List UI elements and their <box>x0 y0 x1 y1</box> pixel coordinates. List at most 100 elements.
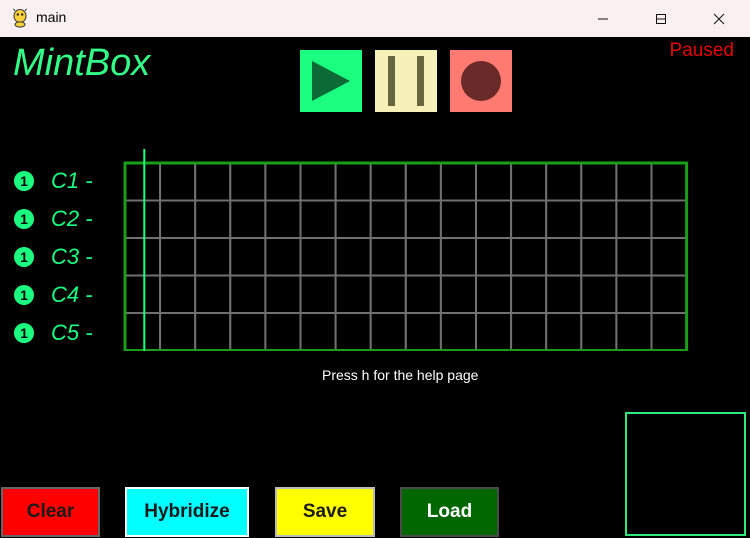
row-volume-badge[interactable]: 1 <box>14 171 34 191</box>
grid-cell[interactable] <box>124 162 162 202</box>
grid-cell[interactable] <box>299 237 337 277</box>
grid-cell[interactable] <box>194 274 232 314</box>
grid-cell[interactable] <box>439 162 477 202</box>
grid-cell[interactable] <box>475 312 513 351</box>
grid-cell[interactable] <box>229 162 267 202</box>
grid-cell[interactable] <box>650 199 688 239</box>
grid-cell[interactable] <box>545 199 583 239</box>
grid-cell[interactable] <box>299 274 337 314</box>
grid-cell[interactable] <box>510 237 548 277</box>
grid-cell[interactable] <box>194 312 232 351</box>
grid-cell[interactable] <box>229 237 267 277</box>
grid-cell[interactable] <box>439 312 477 351</box>
grid-cell[interactable] <box>124 199 162 239</box>
grid-cell[interactable] <box>264 274 302 314</box>
grid-cell[interactable] <box>404 237 442 277</box>
grid-cell[interactable] <box>334 312 372 351</box>
grid-cell[interactable] <box>615 274 653 314</box>
grid-cell[interactable] <box>264 312 302 351</box>
grid-cell[interactable] <box>369 237 407 277</box>
grid-cell[interactable] <box>194 199 232 239</box>
sequencer-grid[interactable] <box>123 149 689 352</box>
grid-cell[interactable] <box>615 237 653 277</box>
pause-button[interactable] <box>375 50 437 112</box>
grid-cell[interactable] <box>510 199 548 239</box>
row-volume-badge[interactable]: 1 <box>14 285 34 305</box>
grid-cell[interactable] <box>580 274 618 314</box>
grid-cell[interactable] <box>299 312 337 351</box>
grid-cell[interactable] <box>159 312 197 351</box>
close-button[interactable] <box>690 0 748 37</box>
grid-cell[interactable] <box>264 237 302 277</box>
grid-cell[interactable] <box>510 162 548 202</box>
sequencer-grid-canvas[interactable] <box>123 149 689 351</box>
grid-cell[interactable] <box>510 312 548 351</box>
grid-cell[interactable] <box>580 312 618 351</box>
grid-cell[interactable] <box>475 162 513 202</box>
grid-cell[interactable] <box>229 274 267 314</box>
grid-cell[interactable] <box>545 274 583 314</box>
row-label-c3[interactable]: 1 C3 - <box>14 242 93 272</box>
grid-cell[interactable] <box>475 274 513 314</box>
grid-cell[interactable] <box>194 162 232 202</box>
grid-cell[interactable] <box>369 199 407 239</box>
grid-cell[interactable] <box>615 199 653 239</box>
grid-cell[interactable] <box>615 162 653 202</box>
grid-cell[interactable] <box>159 274 197 314</box>
grid-cell[interactable] <box>159 237 197 277</box>
grid-cell[interactable] <box>334 237 372 277</box>
grid-cell[interactable] <box>475 237 513 277</box>
grid-cell[interactable] <box>439 274 477 314</box>
maximize-button[interactable] <box>632 0 690 37</box>
grid-cell[interactable] <box>650 237 688 277</box>
grid-cell[interactable] <box>299 162 337 202</box>
row-label-c4[interactable]: 1 C4 - <box>14 280 93 310</box>
grid-cell[interactable] <box>334 199 372 239</box>
grid-cell[interactable] <box>545 312 583 351</box>
record-button[interactable] <box>450 50 512 112</box>
grid-cell[interactable] <box>545 162 583 202</box>
grid-cell[interactable] <box>369 312 407 351</box>
grid-cell[interactable] <box>475 199 513 239</box>
grid-cell[interactable] <box>229 199 267 239</box>
grid-cell[interactable] <box>650 162 688 202</box>
grid-cell[interactable] <box>510 274 548 314</box>
play-button[interactable] <box>300 50 362 112</box>
grid-cell[interactable] <box>650 312 688 351</box>
grid-cell[interactable] <box>439 199 477 239</box>
grid-cell[interactable] <box>580 199 618 239</box>
row-volume-badge[interactable]: 1 <box>14 209 34 229</box>
grid-cell[interactable] <box>580 162 618 202</box>
grid-cell[interactable] <box>124 312 162 351</box>
grid-cell[interactable] <box>615 312 653 351</box>
row-volume-badge[interactable]: 1 <box>14 247 34 267</box>
save-button[interactable]: Save <box>275 487 375 537</box>
row-volume-badge[interactable]: 1 <box>14 323 34 343</box>
grid-cell[interactable] <box>650 274 688 314</box>
hybridize-button[interactable]: Hybridize <box>125 487 249 537</box>
grid-cell[interactable] <box>439 237 477 277</box>
grid-cell[interactable] <box>264 199 302 239</box>
row-label-c1[interactable]: 1 C1 - <box>14 166 93 196</box>
grid-cell[interactable] <box>369 162 407 202</box>
grid-cell[interactable] <box>580 237 618 277</box>
grid-cell[interactable] <box>404 162 442 202</box>
grid-cell[interactable] <box>159 162 197 202</box>
grid-cell[interactable] <box>299 199 337 239</box>
clear-button[interactable]: Clear <box>1 487 100 537</box>
grid-cell[interactable] <box>545 237 583 277</box>
grid-cell[interactable] <box>124 237 162 277</box>
load-button[interactable]: Load <box>400 487 499 537</box>
grid-cell[interactable] <box>369 274 407 314</box>
grid-cell[interactable] <box>229 312 267 351</box>
minimize-button[interactable] <box>574 0 632 37</box>
grid-cell[interactable] <box>334 274 372 314</box>
grid-cell[interactable] <box>124 274 162 314</box>
row-label-c2[interactable]: 1 C2 - <box>14 204 93 234</box>
grid-cell[interactable] <box>404 199 442 239</box>
grid-cell[interactable] <box>404 274 442 314</box>
grid-cell[interactable] <box>404 312 442 351</box>
row-label-c5[interactable]: 1 C5 - <box>14 318 93 348</box>
grid-cell[interactable] <box>264 162 302 202</box>
grid-cell[interactable] <box>159 199 197 239</box>
